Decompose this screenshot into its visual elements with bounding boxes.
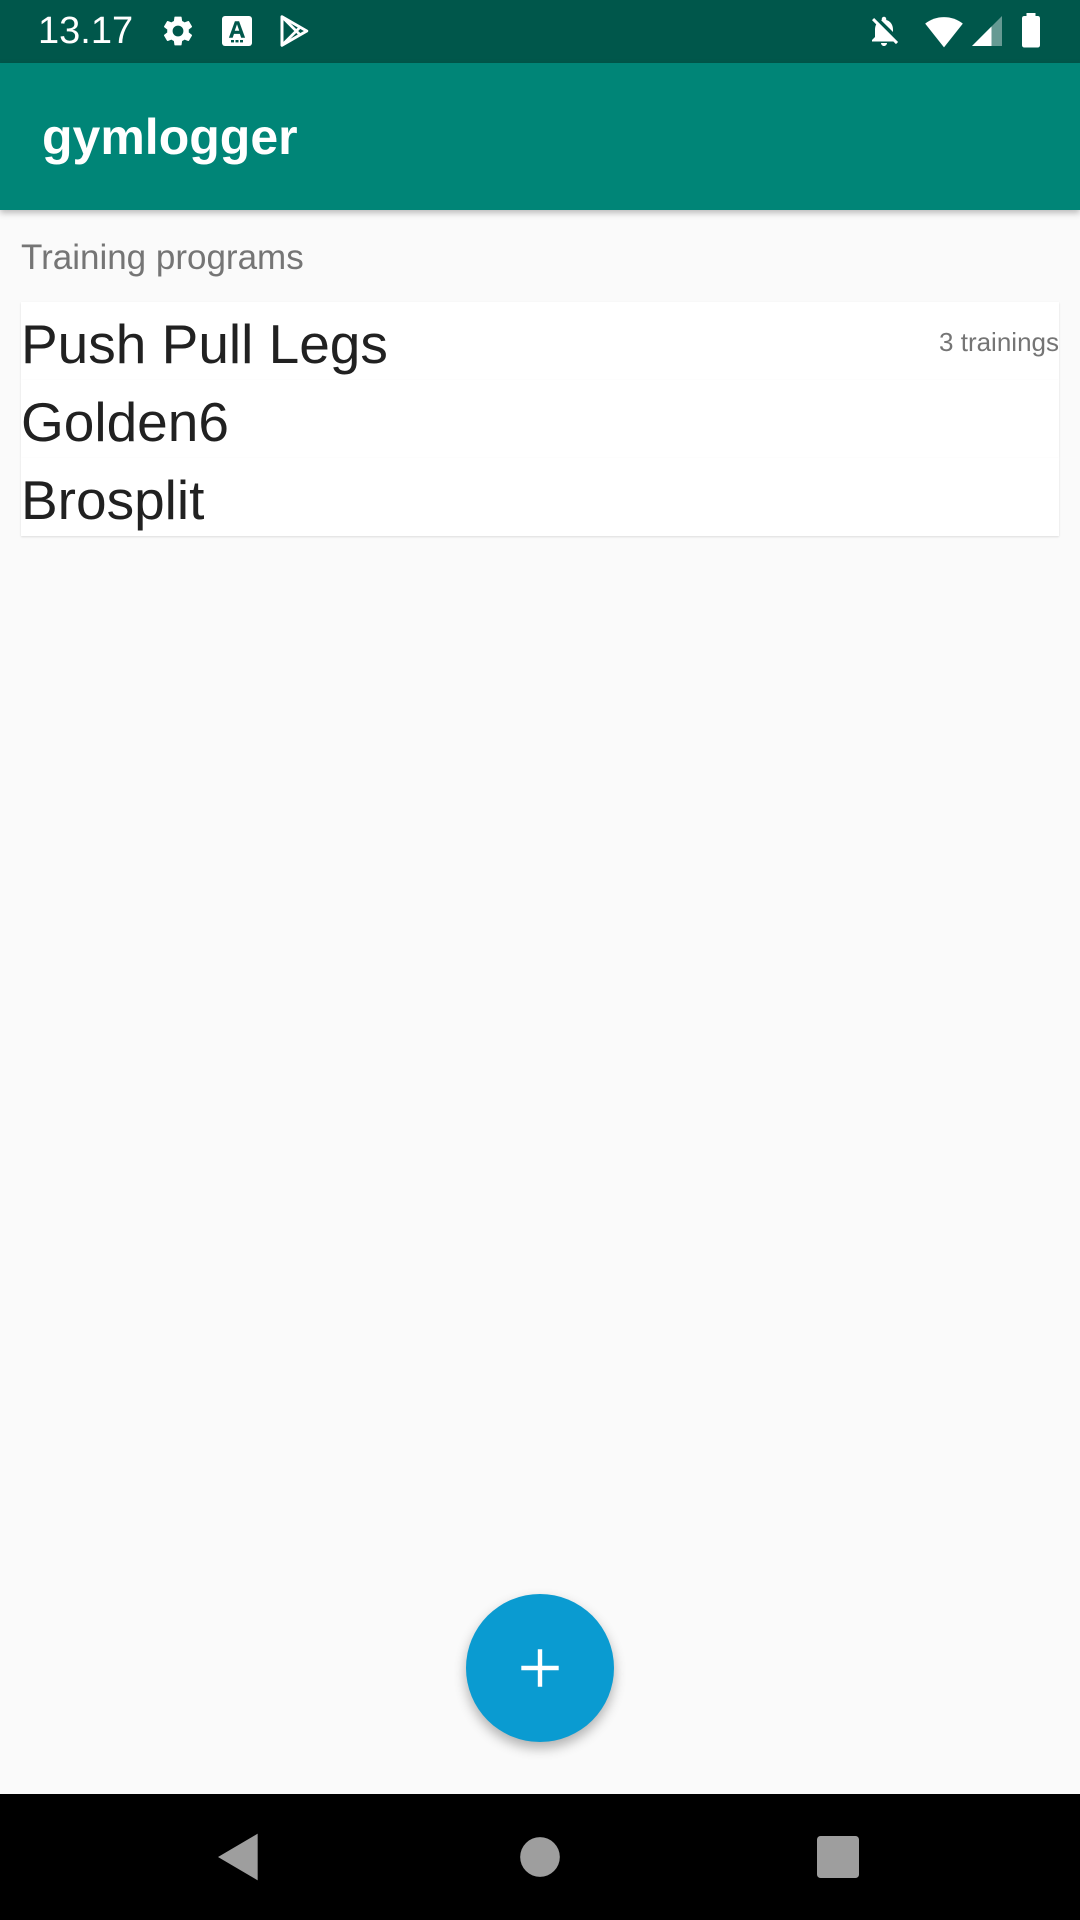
back-icon[interactable] [211,1829,267,1885]
navigation-bar [0,1794,1080,1920]
program-name: Brosplit [21,469,205,531]
app-title: gymlogger [42,109,298,165]
accessibility-a-icon [222,16,252,46]
recents-icon[interactable] [810,1829,866,1885]
program-name: Golden6 [21,391,229,453]
gear-icon [163,16,193,46]
add-program-button[interactable] [466,1594,614,1742]
notifications-off-icon [872,16,899,46]
plus-icon [521,1649,559,1687]
program-training-count: 3 trainings [939,327,1059,357]
program-item[interactable]: Golden6 [21,380,1059,458]
wifi-icon [925,17,963,48]
section-header: Training programs [21,238,304,277]
status-bar: 13.17 [0,0,1080,63]
program-name: Push Pull Legs [21,313,388,375]
program-item[interactable]: Brosplit [21,458,1059,536]
signal-icon [972,16,1002,46]
play-store-icon [280,15,309,47]
battery-icon [1022,13,1040,48]
app-bar: gymlogger [0,63,1080,210]
program-list: Push Pull Legs 3 trainings Golden6 Brosp… [21,302,1059,536]
program-item[interactable]: Push Pull Legs 3 trainings [21,302,1059,380]
status-time: 13.17 [38,10,134,52]
home-icon[interactable] [512,1829,568,1885]
